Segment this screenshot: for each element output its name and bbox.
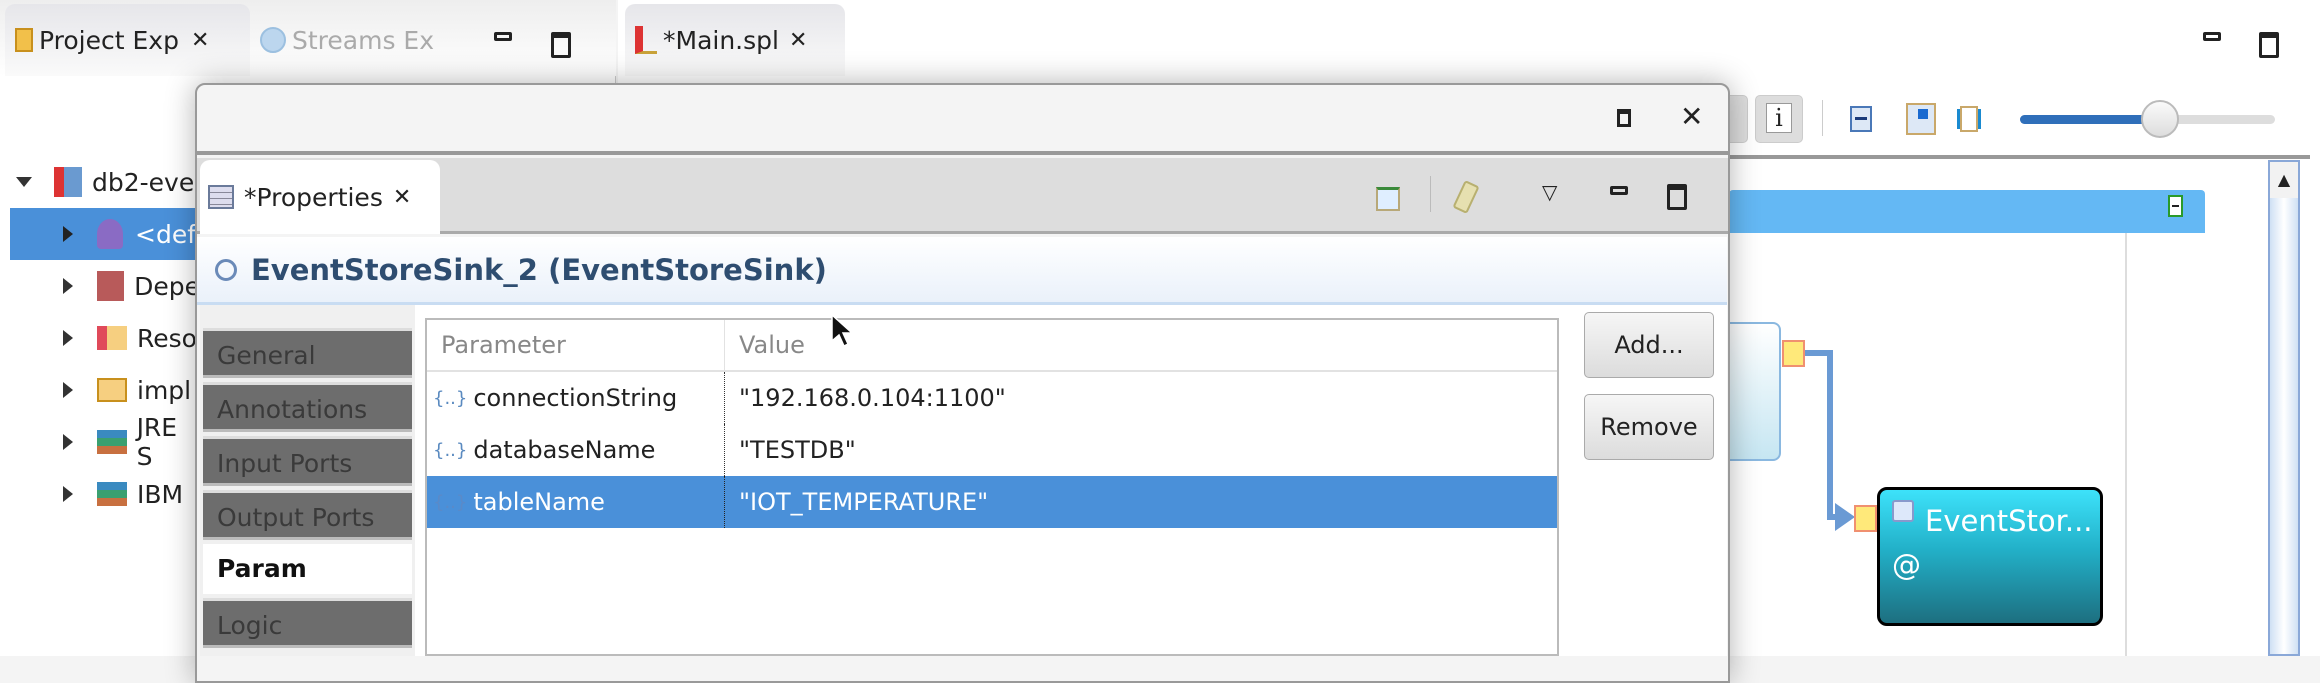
close-icon[interactable]: ✕ (393, 185, 411, 210)
maximize-icon[interactable] (2259, 32, 2279, 58)
layout-icon[interactable] (1906, 103, 1936, 135)
dialog-close-icon[interactable]: ✕ (1680, 100, 1703, 133)
collapse-all-icon[interactable] (1850, 106, 1872, 132)
tab-project-explorer[interactable]: Project Exp ✕ (5, 4, 250, 76)
zoom-slider-thumb[interactable] (2141, 100, 2180, 138)
info-icon: i (1766, 103, 1792, 133)
library-icon (97, 482, 127, 506)
dialog-titlebar (197, 85, 1728, 155)
namespace-error-icon (97, 219, 123, 249)
node-checkbox-icon[interactable] (1892, 500, 1914, 522)
streams-explorer-icon (260, 27, 286, 53)
toolbar-separator (1822, 100, 1823, 136)
properties-title-band: EventStoreSink_2 (EventStoreSink) (197, 237, 1727, 305)
scroll-thumb[interactable] (2270, 198, 2298, 654)
tree-item[interactable]: IBM (0, 468, 200, 520)
collapse-icon[interactable] (16, 177, 32, 187)
maximize-icon[interactable] (1667, 184, 1687, 210)
operator-icon (215, 258, 237, 281)
canvas-border (2125, 233, 2127, 656)
package-folder-icon (97, 378, 127, 402)
project-explorer-icon (15, 28, 33, 52)
project-error-icon (54, 167, 82, 197)
dependencies-icon (97, 271, 125, 301)
remove-button[interactable]: Remove (1584, 394, 1714, 460)
table-row[interactable]: {..} connectionString "192.168.0.104:1100… (427, 372, 1557, 424)
section-tab-param[interactable]: Param (203, 544, 412, 594)
tree-item[interactable]: Depe (0, 260, 200, 312)
zoom-slider[interactable] (2020, 100, 2275, 138)
parameter-icon: {..} (433, 439, 468, 461)
folder-error-icon (97, 326, 127, 350)
column-header-parameter[interactable]: Parameter (427, 320, 725, 370)
spl-file-error-icon (635, 26, 657, 54)
view-menu-icon[interactable]: ▽ (1542, 180, 1557, 204)
minimize-icon[interactable] (1610, 186, 1628, 195)
properties-title: EventStoreSink_2 (EventStoreSink) (251, 252, 827, 287)
dialog-maximize-icon[interactable] (1617, 109, 1631, 127)
properties-icon (208, 185, 234, 209)
column-header-value[interactable]: Value (725, 331, 805, 359)
close-icon[interactable]: ✕ (191, 28, 209, 53)
eventstoresink-node[interactable]: EventStor... @ (1877, 487, 2103, 626)
input-port[interactable] (1854, 505, 1877, 532)
add-button[interactable]: Add... (1584, 312, 1714, 378)
mouse-cursor-icon (831, 313, 854, 348)
tab-streams-explorer[interactable]: Streams Ex (252, 4, 452, 76)
tree-item[interactable]: JRE S (0, 413, 200, 471)
maximize-icon[interactable] (551, 32, 571, 58)
canvas-header (1729, 190, 2205, 233)
library-icon (97, 430, 127, 454)
minimize-icon[interactable] (2203, 32, 2221, 41)
close-icon[interactable]: ✕ (789, 28, 807, 53)
minimize-icon[interactable] (494, 32, 512, 41)
info-button[interactable]: i (1755, 95, 1803, 143)
section-tab-output-ports[interactable]: Output Ports (203, 490, 412, 540)
toolbar-separator (1430, 176, 1431, 212)
fit-to-window-icon[interactable] (1960, 106, 1978, 132)
section-tab-general[interactable]: General (203, 328, 412, 378)
vertical-scrollbar[interactable]: ▲ (2268, 160, 2300, 656)
zoom-slider-fill (2020, 115, 2161, 124)
pin-icon[interactable] (1376, 187, 1400, 211)
table-row-selected[interactable]: {..} tableName "IOT_TEMPERATURE" (427, 476, 1557, 528)
table-row[interactable]: {..} databaseName "TESTDB" (427, 424, 1557, 476)
section-tab-input-ports[interactable]: Input Ports (203, 436, 412, 486)
table-header: Parameter Value (427, 320, 1557, 372)
scroll-up-icon[interactable]: ▲ (2270, 162, 2298, 189)
tab-properties[interactable]: *Properties ✕ (200, 160, 440, 234)
parameter-icon: {..} (433, 387, 468, 409)
section-tab-annotations[interactable]: Annotations (203, 382, 412, 432)
stream-connection (1805, 350, 1855, 531)
tab-main-spl[interactable]: *Main.spl ✕ (625, 4, 845, 76)
section-tab-logic[interactable]: Logic (203, 598, 412, 648)
tree-item[interactable]: impl (0, 364, 200, 416)
tree-item[interactable]: Reso (0, 312, 200, 364)
collapse-composite-icon[interactable] (2168, 195, 2183, 217)
toolbar-divider (1730, 155, 2310, 159)
parameter-icon: {..} (433, 491, 468, 513)
